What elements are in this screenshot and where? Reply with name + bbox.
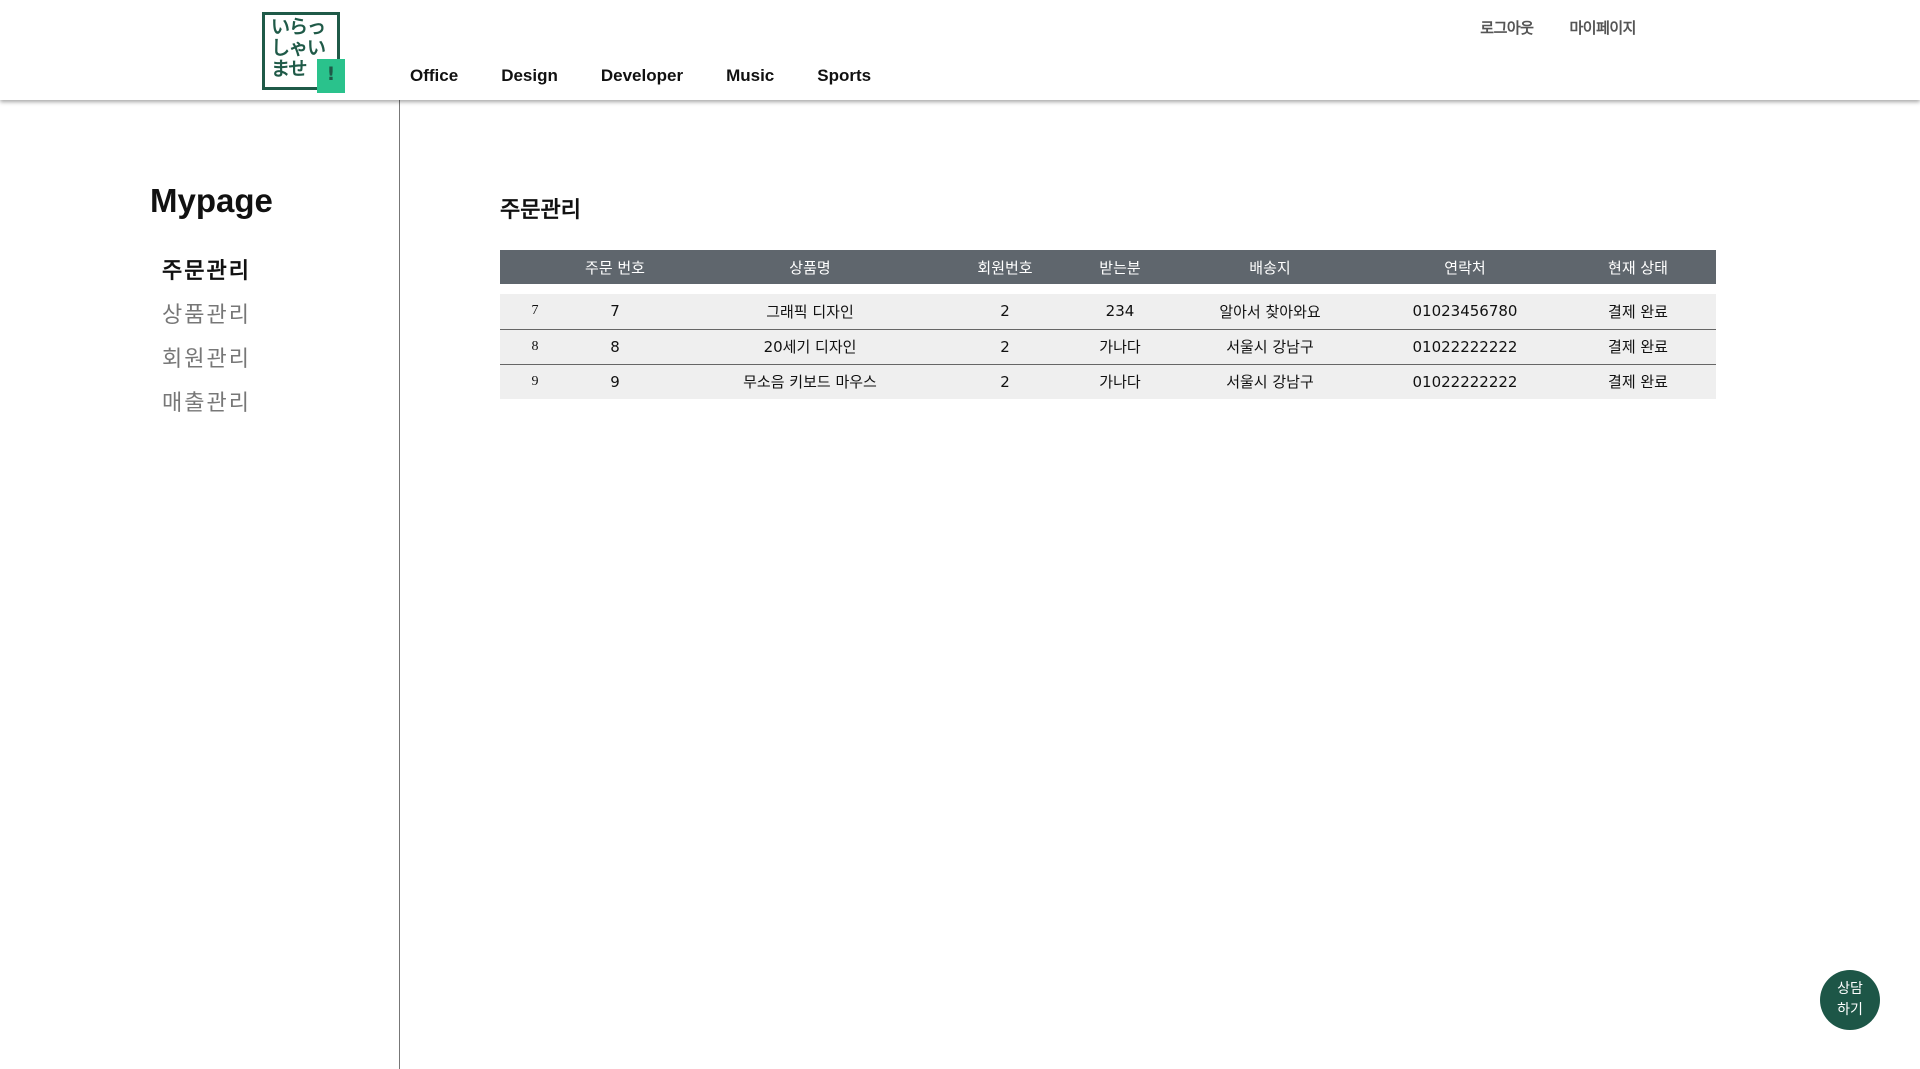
- nav-item-design[interactable]: Design: [501, 66, 558, 86]
- logout-link[interactable]: 로그아웃: [1480, 17, 1534, 38]
- cell-status: 결제 완료: [1560, 364, 1716, 399]
- cell-address: 알아서 찾아와요: [1170, 294, 1370, 330]
- main-nav: Office Design Developer Music Sports: [410, 66, 914, 86]
- cell-order-number: 8: [550, 329, 680, 365]
- cell-contact: 01022222222: [1370, 364, 1560, 399]
- sidebar-title: Mypage: [150, 182, 273, 219]
- cell-status: 결제 완료: [1560, 329, 1716, 365]
- column-header-contact: 연락처: [1370, 250, 1560, 284]
- cell-address: 서울시 강남구: [1170, 364, 1370, 399]
- logo-text-line: しゃい: [271, 37, 326, 59]
- nav-item-office[interactable]: Office: [410, 66, 458, 86]
- sidebar-item-sales[interactable]: 매출관리: [162, 382, 251, 426]
- user-util-links: 로그아웃 마이페이지: [1444, 17, 1636, 38]
- mypage-link[interactable]: 마이페이지: [1569, 17, 1636, 38]
- sidebar-item-members[interactable]: 회원관리: [162, 338, 251, 382]
- page-title: 주문관리: [500, 198, 581, 223]
- orders-table: 주문 번호 상품명 회원번호 받는분 배송지 연락처 현재 상태 7 7 그래픽…: [500, 250, 1716, 399]
- nav-item-sports[interactable]: Sports: [817, 66, 871, 86]
- cell-recipient: 234: [1070, 294, 1170, 330]
- sidebar-item-products[interactable]: 상품관리: [162, 294, 251, 338]
- consultation-chat-button[interactable]: 상담 하기: [1820, 970, 1880, 1030]
- cell-product-name: 무소음 키보드 마우스: [680, 364, 940, 399]
- cell-index: 8: [500, 329, 550, 365]
- column-header-index: [500, 250, 550, 284]
- cell-member-number: 2: [940, 294, 1070, 330]
- column-header-member-number: 회원번호: [940, 250, 1070, 284]
- nav-item-music[interactable]: Music: [726, 66, 774, 86]
- logo-exclamation-mark: !: [317, 59, 345, 93]
- cell-order-number: 7: [550, 294, 680, 330]
- chat-button-label-line2: 하기: [1837, 1002, 1863, 1018]
- cell-address: 서울시 강남구: [1170, 329, 1370, 365]
- table-row[interactable]: 8 8 20세기 디자인 2 가나다 서울시 강남구 01022222222 결…: [500, 329, 1716, 365]
- cell-product-name: 그래픽 디자인: [680, 294, 940, 330]
- chat-button-label-line1: 상담: [1837, 981, 1863, 997]
- cell-member-number: 2: [940, 329, 1070, 365]
- cell-member-number: 2: [940, 364, 1070, 399]
- cell-contact: 01023456780: [1370, 294, 1560, 330]
- cell-status: 결제 완료: [1560, 294, 1716, 330]
- cell-recipient: 가나다: [1070, 329, 1170, 365]
- cell-index: 7: [500, 294, 550, 330]
- column-header-status: 현재 상태: [1560, 250, 1716, 284]
- cell-contact: 01022222222: [1370, 329, 1560, 365]
- cell-recipient: 가나다: [1070, 364, 1170, 399]
- cell-index: 9: [500, 364, 550, 399]
- orders-table-header: 주문 번호 상품명 회원번호 받는분 배송지 연락처 현재 상태: [500, 250, 1716, 284]
- cell-order-number: 9: [550, 364, 680, 399]
- sidebar-menu: 주문관리 상품관리 회원관리 매출관리: [162, 250, 251, 426]
- logo-text-line: ませ: [271, 58, 307, 80]
- sidebar-item-orders[interactable]: 주문관리: [162, 250, 251, 294]
- table-row[interactable]: 7 7 그래픽 디자인 2 234 알아서 찾아와요 01023456780 결…: [500, 294, 1716, 330]
- logo-text-line: いらっ: [271, 16, 326, 38]
- column-header-recipient: 받는분: [1070, 250, 1170, 284]
- orders-table-body: 7 7 그래픽 디자인 2 234 알아서 찾아와요 01023456780 결…: [500, 284, 1716, 399]
- cell-product-name: 20세기 디자인: [680, 329, 940, 365]
- column-header-address: 배송지: [1170, 250, 1370, 284]
- column-header-product-name: 상품명: [680, 250, 940, 284]
- mypage-sidebar: Mypage 주문관리 상품관리 회원관리 매출관리: [0, 100, 400, 1069]
- nav-item-developer[interactable]: Developer: [601, 66, 683, 86]
- table-row[interactable]: 9 9 무소음 키보드 마우스 2 가나다 서울시 강남구 0102222222…: [500, 364, 1716, 399]
- column-header-order-number: 주문 번호: [550, 250, 680, 284]
- site-logo[interactable]: いらっ しゃい ませ !: [262, 12, 345, 93]
- table-spacer: [500, 284, 1716, 294]
- site-header: いらっ しゃい ませ ! Office Design Developer Mus…: [0, 0, 1920, 100]
